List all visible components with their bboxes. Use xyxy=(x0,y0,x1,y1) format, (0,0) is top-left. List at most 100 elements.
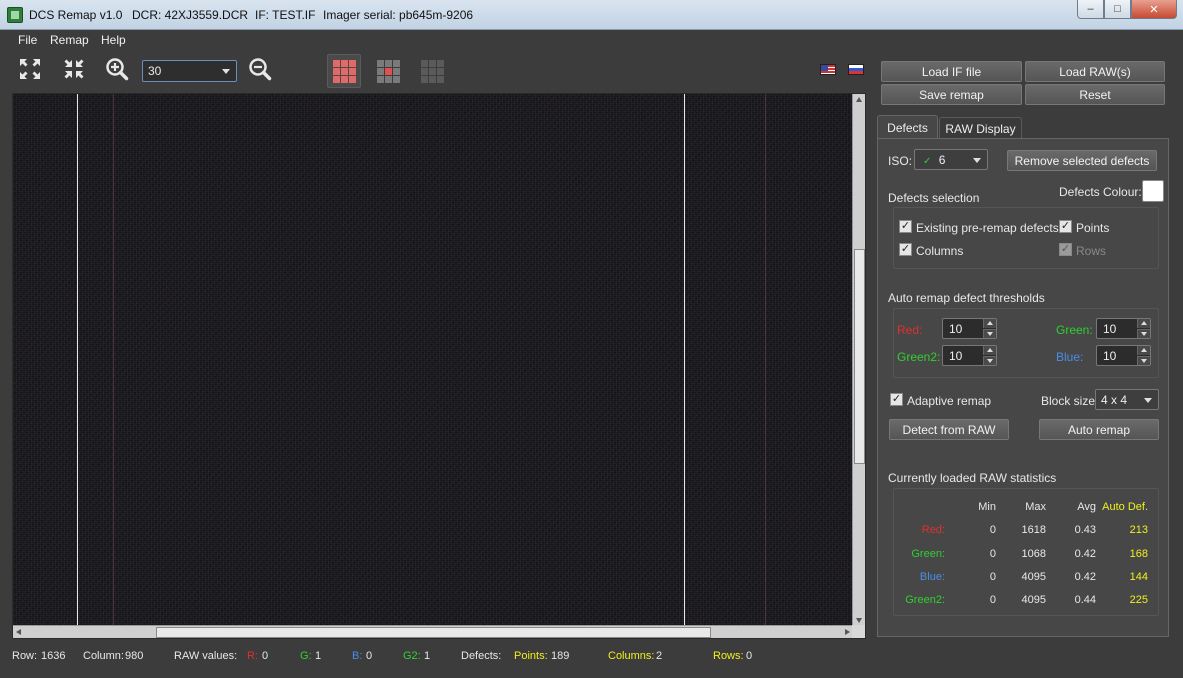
horizontal-scroll-thumb[interactable] xyxy=(156,627,711,638)
stats-row-max: 4095 xyxy=(1021,594,1046,606)
stats-header-avg: Avg xyxy=(1077,501,1096,513)
rows-label: Rows xyxy=(1076,244,1107,258)
raw-image[interactable] xyxy=(13,94,853,626)
minimize-button[interactable]: – xyxy=(1077,0,1104,19)
load-raw-button[interactable]: Load RAW(s) xyxy=(1025,61,1165,82)
green-threshold-spinbox[interactable]: 10 xyxy=(1096,318,1151,339)
scroll-up-icon[interactable] xyxy=(856,97,862,102)
close-button[interactable]: ✕ xyxy=(1131,0,1177,19)
spin-up-icon[interactable] xyxy=(983,346,996,355)
blue-threshold-value: 10 xyxy=(1103,349,1117,363)
status-row-label: Row: xyxy=(12,650,38,662)
scroll-right-icon[interactable] xyxy=(845,629,850,635)
status-g-value: 1 xyxy=(315,650,322,662)
zoom-select[interactable]: 30 xyxy=(142,60,237,82)
red-threshold-spinbox[interactable]: 10 xyxy=(942,318,997,339)
spin-up-icon[interactable] xyxy=(983,319,996,328)
reset-button[interactable]: Reset xyxy=(1025,84,1165,105)
spin-down-icon[interactable] xyxy=(983,356,996,365)
status-column-label: Column: xyxy=(83,650,124,662)
existing-defects-label: Existing pre-remap defects xyxy=(916,221,1059,235)
block-size-value: 4 x 4 xyxy=(1101,393,1128,407)
defects-colour-swatch[interactable] xyxy=(1142,180,1164,202)
iso-select[interactable]: ✓ 6 xyxy=(914,149,988,170)
grid-none-icon xyxy=(420,59,444,83)
auto-remap-button[interactable]: Auto remap xyxy=(1039,419,1159,440)
zoom-out-icon[interactable] xyxy=(247,56,273,82)
spin-up-icon[interactable] xyxy=(1137,346,1150,355)
status-rows-label: Rows: xyxy=(713,650,744,662)
maximize-button[interactable]: □ xyxy=(1104,0,1131,19)
points-checkbox[interactable]: ✓ xyxy=(1059,220,1072,233)
status-row-value: 1636 xyxy=(41,650,66,662)
status-rows-value: 0 xyxy=(746,650,753,662)
horizontal-scrollbar[interactable] xyxy=(13,625,853,638)
blue-threshold-spinbox[interactable]: 10 xyxy=(1096,345,1151,366)
tab-defects[interactable]: Defects xyxy=(877,115,938,139)
stats-row-def: 144 xyxy=(1129,571,1148,583)
app-icon xyxy=(7,7,23,23)
zoom-in-icon[interactable] xyxy=(104,56,130,82)
menu-help[interactable]: Help xyxy=(101,33,126,47)
spin-down-icon[interactable] xyxy=(983,329,996,338)
stats-row-def: 225 xyxy=(1129,594,1148,606)
defects-selection-title: Defects selection xyxy=(888,191,980,205)
scroll-down-icon[interactable] xyxy=(856,618,862,623)
imager-title: Imager serial: pb645m-9206 xyxy=(323,8,474,22)
app-title: DCS Remap v1.0 xyxy=(29,8,123,22)
status-r-label: R: xyxy=(247,650,258,662)
existing-defects-checkbox[interactable]: ✓ xyxy=(899,220,912,233)
dcr-title: DCR: 42XJ3559.DCR xyxy=(132,8,249,22)
status-column-value: 980 xyxy=(125,650,144,662)
stats-row-def: 213 xyxy=(1129,524,1148,536)
points-label: Points xyxy=(1076,221,1110,235)
spin-down-icon[interactable] xyxy=(1137,329,1150,338)
expand-icon[interactable] xyxy=(17,56,43,82)
spin-up-icon[interactable] xyxy=(1137,319,1150,328)
vertical-scroll-thumb[interactable] xyxy=(854,249,865,464)
remove-selected-defects-button[interactable]: Remove selected defects xyxy=(1007,150,1157,171)
green2-threshold-label: Green2: xyxy=(897,350,941,364)
us-flag-icon[interactable] xyxy=(820,64,836,75)
defects-selection-group xyxy=(893,207,1159,269)
spin-down-icon[interactable] xyxy=(1137,356,1150,365)
faint-column-line xyxy=(765,94,766,626)
stats-row-name: Blue: xyxy=(919,571,945,583)
menu-remap[interactable]: Remap xyxy=(50,33,89,47)
load-if-button[interactable]: Load IF file xyxy=(881,61,1022,82)
stats-row-min: 0 xyxy=(989,524,996,536)
grid-all-icon xyxy=(332,59,356,83)
stats-row-max: 1068 xyxy=(1021,548,1046,560)
detect-from-raw-button[interactable]: Detect from RAW xyxy=(889,419,1009,440)
thresholds-title: Auto remap defect thresholds xyxy=(888,291,1045,305)
title-bar: DCS Remap v1.0 DCR: 42XJ3559.DCR IF: TES… xyxy=(0,0,1183,30)
columns-checkbox[interactable]: ✓ xyxy=(899,243,912,256)
grid-none-button[interactable] xyxy=(415,54,449,88)
stats-row-name: Green2: xyxy=(905,594,945,606)
vertical-scrollbar[interactable] xyxy=(852,94,865,626)
stats-row-max: 1618 xyxy=(1021,524,1046,536)
tab-raw-display[interactable]: RAW Display xyxy=(939,117,1022,138)
status-bar: Row: 1636 Column: 980 RAW values: R: 0 G… xyxy=(0,644,1183,678)
status-g2-value: 1 xyxy=(424,650,431,662)
status-r-value: 0 xyxy=(262,650,269,662)
stats-row-avg: 0.44 xyxy=(1074,594,1096,606)
menu-file[interactable]: File xyxy=(18,33,37,47)
stats-header-min: Min xyxy=(978,501,996,513)
chevron-down-icon xyxy=(1144,398,1152,403)
stats-row-def: 168 xyxy=(1129,548,1148,560)
save-remap-button[interactable]: Save remap xyxy=(881,84,1022,105)
raw-image-viewer[interactable] xyxy=(12,93,866,639)
grid-center-button[interactable] xyxy=(371,54,405,88)
grid-all-button[interactable] xyxy=(327,54,361,88)
green-threshold-value: 10 xyxy=(1103,322,1117,336)
block-size-select[interactable]: 4 x 4 xyxy=(1095,389,1159,410)
adaptive-remap-checkbox[interactable]: ✓ xyxy=(890,393,903,406)
status-g2-label: G2: xyxy=(403,650,421,662)
collapse-icon[interactable] xyxy=(61,56,87,82)
green2-threshold-spinbox[interactable]: 10 xyxy=(942,345,997,366)
scroll-left-icon[interactable] xyxy=(16,629,21,635)
block-size-label: Block size: xyxy=(1041,394,1099,408)
ru-flag-icon[interactable] xyxy=(848,64,864,75)
status-raw-label: RAW values: xyxy=(174,650,238,662)
